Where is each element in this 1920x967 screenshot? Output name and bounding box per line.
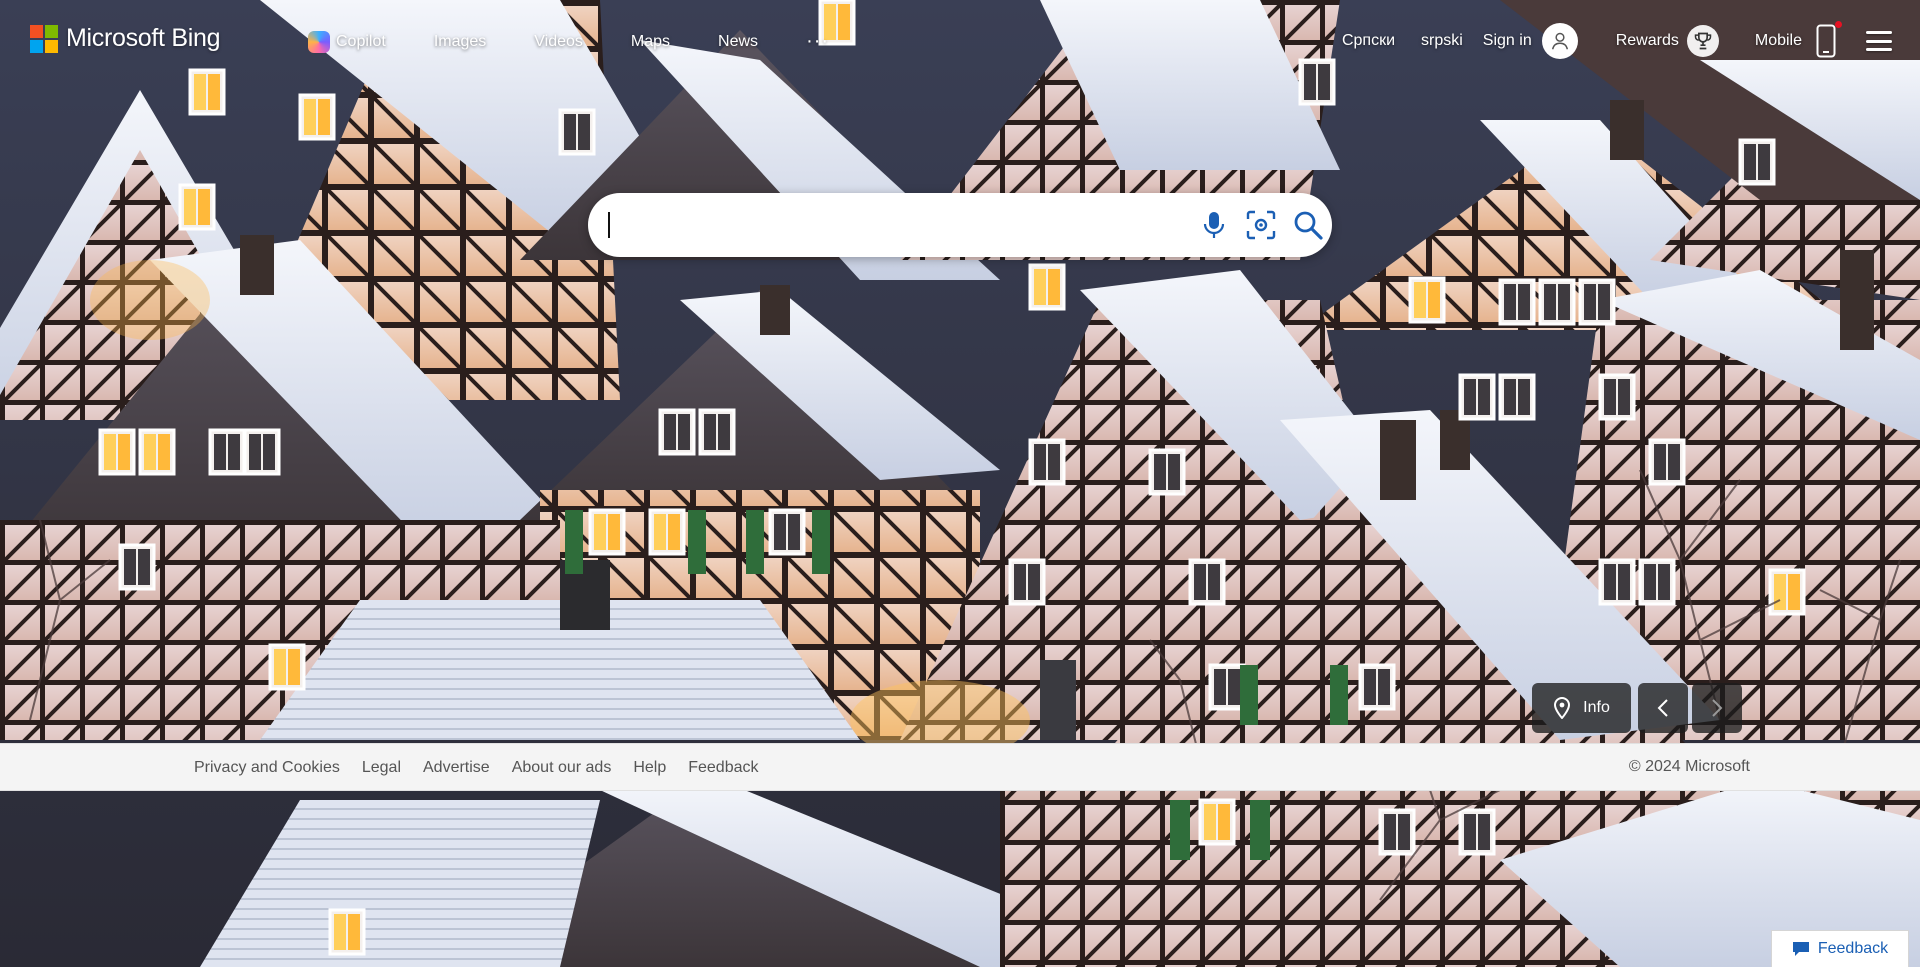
nav-maps[interactable]: Maps — [631, 33, 670, 51]
nav-copilot[interactable]: Copilot — [308, 30, 386, 53]
footer: Privacy and Cookies Legal Advertise Abou… — [0, 743, 1920, 791]
language-latin-link[interactable]: srpski — [1421, 32, 1463, 50]
microsoft-logo-icon — [30, 24, 58, 53]
footer-link-feedback[interactable]: Feedback — [688, 759, 758, 777]
previous-image-button[interactable] — [1638, 683, 1688, 733]
logo-square-green — [45, 24, 58, 38]
mobile-phone-icon[interactable] — [1814, 21, 1842, 59]
copyright-text: © 2024 Microsoft — [1628, 758, 1750, 775]
footer-link-about-ads[interactable]: About our ads — [512, 759, 612, 777]
search-input[interactable] — [614, 207, 1178, 245]
logo-square-red — [30, 24, 43, 38]
footer-links: Privacy and Cookies Legal Advertise Abou… — [194, 759, 781, 777]
logo-square-yellow — [45, 39, 58, 53]
rewards-link[interactable]: Rewards — [1616, 32, 1679, 50]
notification-dot — [1835, 21, 1842, 28]
visual-search-camera-icon[interactable] — [1245, 209, 1277, 241]
logo-square-blue — [30, 39, 43, 53]
menu-bar — [1866, 39, 1892, 43]
rewards-trophy-icon[interactable] — [1686, 25, 1719, 57]
footer-link-legal[interactable]: Legal — [362, 759, 401, 777]
user-avatar-icon[interactable] — [1541, 23, 1578, 59]
feedback-button[interactable]: Feedback — [1771, 930, 1909, 967]
feedback-chat-icon — [1792, 942, 1809, 956]
header: Microsoft Bing Copilot Images Videos Map… — [0, 0, 1920, 86]
chevron-right-icon — [1712, 699, 1723, 717]
location-pin-icon — [1554, 697, 1571, 719]
menu-hamburger-icon[interactable] — [1866, 31, 1892, 51]
feedback-button-label: Feedback — [1817, 940, 1889, 957]
footer-link-privacy[interactable]: Privacy and Cookies — [194, 759, 340, 777]
next-image-button[interactable] — [1692, 683, 1742, 733]
nav-images[interactable]: Images — [434, 33, 486, 51]
search-icon[interactable] — [1292, 209, 1324, 241]
chevron-left-icon — [1657, 699, 1668, 717]
microphone-icon[interactable] — [1198, 209, 1230, 241]
menu-bar — [1866, 31, 1892, 34]
brand-name: Microsoft Bing — [66, 24, 221, 52]
footer-link-help[interactable]: Help — [633, 759, 666, 777]
copilot-icon — [308, 30, 330, 53]
bing-logo[interactable]: Microsoft Bing — [30, 24, 220, 53]
nav-copilot-label: Copilot — [336, 32, 386, 50]
sign-in-link[interactable]: Sign in — [1483, 32, 1532, 50]
info-label: Info — [1583, 699, 1610, 716]
top-nav: Copilot Images Videos Maps News ··· — [308, 30, 829, 53]
search-box — [588, 193, 1332, 257]
text-cursor — [608, 212, 610, 238]
nav-news[interactable]: News — [718, 33, 758, 51]
more-icon[interactable]: ··· — [806, 30, 829, 53]
menu-bar — [1866, 48, 1892, 51]
mobile-link[interactable]: Mobile — [1755, 32, 1802, 50]
nav-videos[interactable]: Videos — [534, 33, 583, 51]
language-cyrillic-link[interactable]: Српски — [1342, 32, 1395, 50]
background-image — [0, 0, 1920, 967]
image-info-button[interactable]: Info — [1532, 683, 1631, 733]
header-right: Српски srpski Sign in Rewards Mobile — [1342, 18, 1920, 64]
footer-link-advertise[interactable]: Advertise — [423, 759, 490, 777]
